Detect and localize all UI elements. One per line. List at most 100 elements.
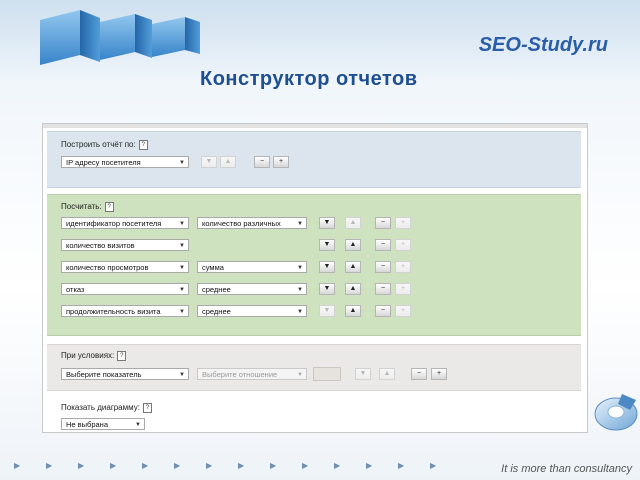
chevron-down-icon: ▼ — [179, 309, 185, 315]
count-metric-value: продолжительность визита — [66, 307, 161, 316]
move-down-button[interactable]: ▼ — [319, 305, 335, 317]
bullet-icon: ▶ — [14, 461, 21, 470]
build-report-select[interactable]: IP адресу посетителя ▼ — [61, 156, 189, 168]
diagram-label-text: Показать диаграмму: — [61, 403, 140, 412]
plus-icon: + — [400, 219, 406, 226]
remove-button[interactable]: − — [411, 368, 427, 380]
move-up-button[interactable]: ▲ — [345, 261, 361, 273]
move-up-button[interactable]: ▲ — [220, 156, 236, 168]
move-down-button[interactable]: ▼ — [319, 239, 335, 251]
remove-button[interactable]: − — [375, 305, 391, 317]
diagram-section: Показать диаграмму:? Не выбрана ▼ — [47, 396, 581, 432]
bullet-icon: ▶ — [398, 461, 405, 470]
chevron-down-icon: ▼ — [179, 243, 185, 249]
count-metric-select[interactable]: отказ ▼ — [61, 283, 189, 295]
remove-button[interactable]: − — [375, 261, 391, 273]
chevron-down-icon: ▼ — [179, 265, 185, 271]
question-icon[interactable]: ? — [138, 140, 148, 150]
chevron-down-icon: ▼ — [179, 221, 185, 227]
question-icon[interactable]: ? — [142, 403, 152, 413]
count-metric-select[interactable]: идентификатор посетителя ▼ — [61, 217, 189, 229]
cubes-logo — [40, 10, 200, 65]
arrow-down-icon: ▼ — [323, 219, 331, 226]
count-function-select[interactable]: среднее ▼ — [197, 283, 307, 295]
count-function-value: среднее — [202, 307, 231, 316]
move-up-button[interactable]: ▲ — [345, 217, 361, 229]
add-button[interactable]: + — [395, 283, 411, 295]
count-metric-select[interactable]: продолжительность визита ▼ — [61, 305, 189, 317]
plus-icon: + — [400, 263, 406, 270]
diagram-select-value: Не выбрана — [66, 420, 108, 429]
brand-name: SEO-Study.ru — [478, 34, 608, 56]
question-icon[interactable]: ? — [104, 202, 114, 212]
arrow-up-icon: ▲ — [224, 158, 232, 165]
add-button[interactable]: + — [273, 156, 289, 168]
condition-relation-value: Выберите отношение — [202, 370, 278, 379]
condition-relation-select[interactable]: Выберите отношение ▼ — [197, 368, 307, 380]
arrow-down-icon: ▼ — [323, 307, 331, 314]
move-down-button[interactable]: ▼ — [319, 217, 335, 229]
count-label: Посчитать:? — [61, 202, 114, 212]
condition-indicator-select[interactable]: Выберите показатель ▼ — [61, 368, 189, 380]
move-down-button[interactable]: ▼ — [319, 283, 335, 295]
arrow-down-icon: ▼ — [323, 285, 331, 292]
report-builder-panel: Построить отчёт по:? IP адресу посетител… — [42, 123, 588, 433]
remove-button[interactable]: − — [375, 217, 391, 229]
footer-tagline: It is more than consultancy — [501, 463, 632, 475]
count-metric-value: отказ — [66, 285, 85, 294]
count-metric-select[interactable]: количество визитов ▼ — [61, 239, 189, 251]
move-up-button[interactable]: ▲ — [379, 368, 395, 380]
move-down-button[interactable]: ▼ — [355, 368, 371, 380]
bullet-icon: ▶ — [334, 461, 341, 470]
add-button[interactable]: + — [395, 261, 411, 273]
add-button[interactable]: + — [395, 217, 411, 229]
conditions-section: При условиях:? Выберите показатель ▼ Выбе… — [47, 344, 581, 391]
bullet-icon: ▶ — [238, 461, 245, 470]
bullet-icon: ▶ — [110, 461, 117, 470]
minus-icon: − — [380, 219, 386, 226]
move-up-button[interactable]: ▲ — [345, 283, 361, 295]
add-button[interactable]: + — [431, 368, 447, 380]
diagram-label: Показать диаграмму:? — [61, 403, 152, 413]
plus-icon: + — [400, 241, 406, 248]
move-down-button[interactable]: ▼ — [201, 156, 217, 168]
count-function-select[interactable]: сумма ▼ — [197, 261, 307, 273]
panel-top-bar — [43, 124, 587, 128]
minus-icon: − — [380, 241, 386, 248]
chevron-down-icon: ▼ — [135, 422, 141, 428]
bullet-icon: ▶ — [174, 461, 181, 470]
add-button[interactable]: + — [395, 305, 411, 317]
diagram-select[interactable]: Не выбрана ▼ — [61, 418, 145, 430]
chevron-down-icon: ▼ — [297, 372, 303, 378]
remove-button[interactable]: − — [375, 239, 391, 251]
count-function-select[interactable]: количество различных ▼ — [197, 217, 307, 229]
chevron-down-icon: ▼ — [297, 265, 303, 271]
arrow-up-icon: ▲ — [349, 219, 357, 226]
disc-icon — [594, 394, 638, 431]
count-function-select[interactable]: среднее ▼ — [197, 305, 307, 317]
arrow-down-icon: ▼ — [359, 370, 367, 377]
arrow-down-icon: ▼ — [323, 241, 331, 248]
arrow-up-icon: ▲ — [349, 263, 357, 270]
plus-icon: + — [278, 158, 284, 165]
minus-icon: − — [416, 370, 422, 377]
condition-value-input[interactable] — [313, 367, 341, 381]
move-up-button[interactable]: ▲ — [345, 239, 361, 251]
minus-icon: − — [380, 307, 386, 314]
chevron-down-icon: ▼ — [297, 221, 303, 227]
bullet-icon: ▶ — [78, 461, 85, 470]
question-icon[interactable]: ? — [117, 351, 127, 361]
bullet-icon: ▶ — [302, 461, 309, 470]
chevron-down-icon: ▼ — [297, 287, 303, 293]
bullet-icon: ▶ — [206, 461, 213, 470]
count-metric-select[interactable]: количество просмотров ▼ — [61, 261, 189, 273]
remove-button[interactable]: − — [375, 283, 391, 295]
arrow-up-icon: ▲ — [349, 241, 357, 248]
remove-button[interactable]: − — [254, 156, 270, 168]
move-down-button[interactable]: ▼ — [319, 261, 335, 273]
arrow-down-icon: ▼ — [205, 158, 213, 165]
move-up-button[interactable]: ▲ — [345, 305, 361, 317]
add-button[interactable]: + — [395, 239, 411, 251]
minus-icon: − — [259, 158, 265, 165]
build-report-label: Построить отчёт по:? — [61, 140, 148, 150]
